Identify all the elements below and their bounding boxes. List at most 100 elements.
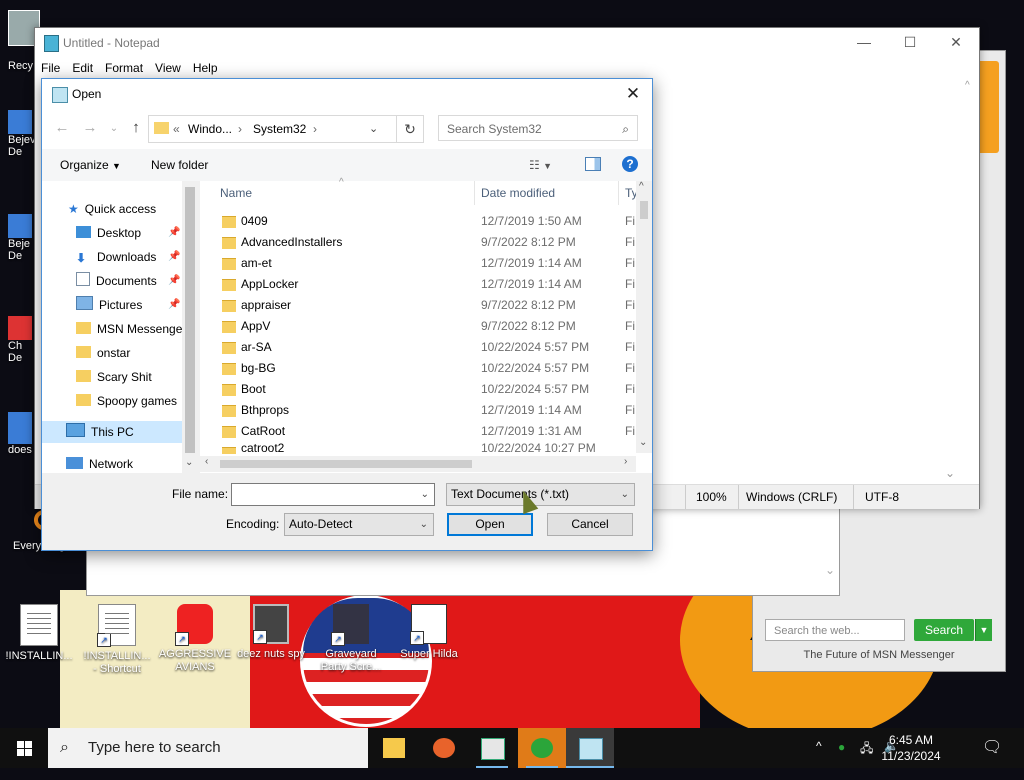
recent-locations-chevron-icon[interactable]: ⌄	[104, 123, 124, 134]
scroll-up-icon[interactable]: ^	[639, 181, 644, 192]
maximize-icon[interactable]: ☐	[887, 28, 933, 56]
file-row[interactable]: AppV 9/7/2022 8:12 PM Fi	[200, 316, 635, 337]
desktop-icon-label: Ch De	[8, 340, 23, 364]
desktop-icon-graveyard-party[interactable]: ↗ Graveyard Party Scre...	[312, 604, 390, 674]
back-arrow-icon[interactable]: ←	[52, 119, 72, 136]
file-row[interactable]: appraiser 9/7/2022 8:12 PM Fi	[200, 295, 635, 316]
column-header-date-modified[interactable]: Date modified	[481, 186, 555, 200]
nav-item-onstar[interactable]: onstar	[76, 343, 130, 363]
search-placeholder: Search System32	[447, 122, 542, 136]
taskbar-clock[interactable]: 6:45 AM 11/23/2024	[880, 732, 942, 764]
cancel-button[interactable]: Cancel	[547, 513, 633, 536]
taskbar-msn-messenger[interactable]	[518, 728, 566, 768]
taskbar-file-explorer[interactable]	[370, 728, 418, 768]
search-system32-input[interactable]: Search System32 ⌕	[438, 115, 638, 141]
encoding-select[interactable]: Auto-Detect ⌄	[284, 513, 434, 536]
breadcrumb-system32[interactable]: System32	[253, 122, 306, 136]
file-row[interactable]: Boot 10/22/2024 5:57 PM Fi	[200, 379, 635, 400]
file-row[interactable]: catroot210/22/2024 10:27 PMFi	[200, 442, 620, 454]
preview-pane-icon[interactable]	[585, 157, 601, 171]
menu-edit[interactable]: Edit	[66, 58, 99, 78]
organize-button[interactable]: Organize ▼	[60, 158, 121, 172]
desktop-icon-deez-nuts-spy[interactable]: ↗ deez nuts spy	[232, 604, 310, 661]
scrollbar-thumb[interactable]	[220, 460, 472, 468]
desktop-icon-installing[interactable]: !INSTALLIN...	[0, 604, 78, 663]
nav-item-desktop[interactable]: Desktop	[76, 223, 141, 243]
desktop-icon-installing-shortcut[interactable]: ↗ !INSTALLIN... - Shortcut	[78, 604, 156, 676]
msn-tray-icon[interactable]: ●	[838, 740, 845, 780]
chevron-down-icon[interactable]: ⌄	[421, 484, 429, 505]
refresh-icon[interactable]: ↻	[396, 115, 424, 143]
network-icon[interactable]: 🖧	[860, 739, 873, 779]
close-icon[interactable]: ✕	[933, 28, 979, 56]
menu-view[interactable]: View	[149, 58, 187, 78]
file-row[interactable]: AdvancedInstallers 9/7/2022 8:12 PM Fi	[200, 232, 635, 253]
nav-item-spoopy-games[interactable]: Spoopy games	[76, 391, 177, 411]
file-type-select[interactable]: Text Documents (*.txt) ⌄	[446, 483, 635, 506]
status-line-ending: Windows (CRLF)	[746, 490, 838, 504]
file-row[interactable]: ar-SA 10/22/2024 5:57 PM Fi	[200, 337, 635, 358]
msn-web-search-input[interactable]: Search the web...	[765, 619, 905, 641]
close-icon[interactable]: ✕	[620, 81, 646, 107]
nav-quick-access[interactable]: ★ Quick access	[68, 199, 156, 219]
nav-item-documents[interactable]: Documents	[76, 271, 157, 291]
notepad-vertical-scrollbar[interactable]: ^	[961, 78, 979, 466]
scroll-right-icon[interactable]: ›	[624, 456, 627, 467]
file-row[interactable]: CatRoot 12/7/2019 1:31 AM Fi	[200, 421, 635, 442]
address-bar[interactable]: « Windo... › System32 › ⌄	[148, 115, 412, 143]
menu-file[interactable]: File	[35, 58, 66, 78]
desktop-icon-super-hilda[interactable]: ↗ Super Hilda	[390, 604, 468, 661]
nav-item-downloads[interactable]: ⬇ Downloads	[76, 247, 156, 267]
help-icon[interactable]: ?	[622, 156, 638, 172]
navigation-bar: ← → ⌄ ↑ « Windo... › System32 › ⌄ ↻ Sear…	[42, 109, 652, 149]
breadcrumb-overflow[interactable]: «	[173, 122, 180, 136]
scrollbar-thumb[interactable]	[640, 201, 648, 219]
shortcut-arrow-icon: ↗	[410, 631, 424, 645]
up-arrow-icon[interactable]: ↑	[126, 119, 146, 136]
file-name-input[interactable]: ⌄	[231, 483, 435, 506]
file-row[interactable]: bg-BG 10/22/2024 5:57 PM Fi	[200, 358, 635, 379]
encoding-value: Auto-Detect	[289, 517, 353, 531]
file-row[interactable]: AppLocker 12/7/2019 1:14 AM Fi	[200, 274, 635, 295]
column-header-name[interactable]: Name	[220, 186, 252, 200]
file-row[interactable]: am-et 12/7/2019 1:14 AM Fi	[200, 253, 635, 274]
taskbar-app-window[interactable]	[468, 728, 516, 768]
file-list-vertical-scrollbar[interactable]: ^ ⌄	[636, 181, 652, 453]
taskbar-notepad[interactable]	[566, 728, 614, 768]
chevron-down-icon[interactable]: ⌄	[369, 122, 378, 135]
breadcrumb-windows[interactable]: Windo...	[188, 122, 232, 136]
file-row[interactable]: Bthprops 12/7/2019 1:14 AM Fi	[200, 400, 635, 421]
nav-item-msn-messenger[interactable]: MSN Messenger	[76, 319, 186, 339]
scroll-left-icon[interactable]: ‹	[205, 456, 208, 467]
nav-item-scary-shit[interactable]: Scary Shit	[76, 367, 152, 387]
show-hidden-icons-chevron-icon[interactable]: ^	[816, 739, 822, 779]
taskbar-search-box[interactable]: ⌕ Type here to search	[48, 728, 368, 768]
scroll-down-icon[interactable]: ⌄	[185, 457, 193, 468]
file-row[interactable]: 0409 12/7/2019 1:50 AM Fi	[200, 211, 635, 232]
scroll-down-icon[interactable]: ⌄	[945, 466, 955, 480]
notepad-title-bar[interactable]: Untitled - Notepad — ☐ ✕	[35, 28, 979, 56]
navigation-pane-scrollbar[interactable]: ⌄	[182, 181, 198, 473]
scrollbar-thumb[interactable]	[185, 187, 195, 453]
scroll-down-icon[interactable]: ⌄	[639, 437, 647, 448]
taskbar-firefox[interactable]	[420, 728, 468, 768]
minimize-icon[interactable]: —	[841, 28, 887, 56]
menu-format[interactable]: Format	[99, 58, 149, 78]
view-options-icon[interactable]: ☷ ▼	[529, 158, 552, 172]
nav-this-pc[interactable]: This PC	[66, 422, 134, 442]
notifications-icon[interactable]: 🗨	[982, 737, 1002, 777]
msn-search-button[interactable]: Search	[914, 619, 974, 641]
forward-arrow-icon[interactable]: →	[80, 119, 100, 136]
nav-item-pictures[interactable]: Pictures	[76, 295, 142, 315]
chevron-down-icon[interactable]: ▼	[975, 619, 992, 641]
new-folder-button[interactable]: New folder	[151, 158, 208, 172]
shortcut-arrow-icon: ↗	[331, 632, 345, 646]
scroll-up-icon[interactable]: ^	[965, 80, 970, 91]
desktop-icon-aggressive-avians[interactable]: ↗ AGGRESSIVE AVIANS	[156, 604, 234, 674]
file-list-horizontal-scrollbar[interactable]: ‹ ›	[200, 456, 636, 472]
nav-network[interactable]: Network	[66, 454, 133, 474]
open-button[interactable]: Open	[447, 513, 533, 536]
dialog-title-bar[interactable]: Open ✕	[42, 79, 652, 109]
menu-help[interactable]: Help	[187, 58, 224, 78]
start-button[interactable]	[0, 728, 48, 768]
